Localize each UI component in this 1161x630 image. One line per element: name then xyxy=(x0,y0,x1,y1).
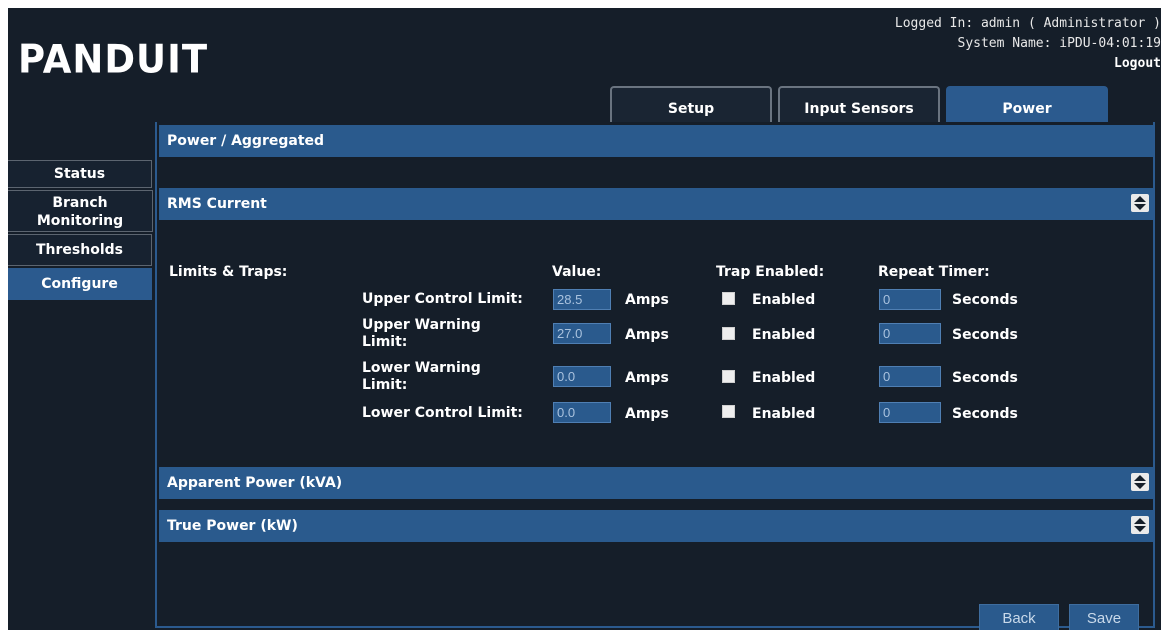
enabled-label: Enabled xyxy=(752,327,816,343)
section-title: True Power (kW) xyxy=(167,518,298,534)
app-frame: PANDUIT Logged In: admin ( Administrator… xyxy=(8,8,1161,630)
lower-warning-limit-input[interactable] xyxy=(553,366,611,387)
page-title-text: Power / Aggregated xyxy=(167,133,325,149)
lower-warning-trap-checkbox[interactable] xyxy=(722,370,735,383)
logged-in-text: Logged In: admin ( Administrator ) xyxy=(894,16,1161,31)
value-column-header: Value: xyxy=(552,264,602,280)
upper-control-timer-input[interactable] xyxy=(879,289,941,310)
tab-setup[interactable]: Setup xyxy=(610,86,772,122)
sidebar-item-configure[interactable]: Configure xyxy=(8,268,152,300)
enabled-label: Enabled xyxy=(752,370,816,386)
expand-collapse-icon[interactable] xyxy=(1131,194,1149,212)
tab-input-sensors[interactable]: Input Sensors xyxy=(778,86,940,122)
enabled-label: Enabled xyxy=(752,292,816,308)
lower-control-timer-input[interactable] xyxy=(879,402,941,423)
section-rms-current[interactable]: RMS Current xyxy=(159,188,1153,220)
sidebar-item-status[interactable]: Status xyxy=(8,160,152,188)
unit-label: Amps xyxy=(625,292,669,308)
trap-enabled-column-header: Trap Enabled: xyxy=(716,264,825,280)
limits-traps-heading: Limits & Traps: xyxy=(169,264,288,280)
system-name-text: System Name: iPDU-04:01:19 xyxy=(957,36,1161,51)
enabled-label: Enabled xyxy=(752,406,816,422)
sidebar-item-label: Branch Monitoring xyxy=(36,195,124,229)
unit-label: Amps xyxy=(625,406,669,422)
save-button[interactable]: Save xyxy=(1069,604,1139,630)
upper-control-trap-checkbox[interactable] xyxy=(722,292,735,305)
seconds-label: Seconds xyxy=(952,406,1018,422)
section-title: RMS Current xyxy=(167,196,267,212)
upper-control-limit-label: Upper Control Limit: xyxy=(362,291,523,307)
unit-label: Amps xyxy=(625,327,669,343)
panduit-logo: PANDUIT xyxy=(18,36,209,83)
unit-label: Amps xyxy=(625,370,669,386)
upper-control-limit-input[interactable] xyxy=(553,289,611,310)
sidebar-item-branch-monitoring[interactable]: Branch Monitoring xyxy=(8,190,153,232)
back-button[interactable]: Back xyxy=(979,604,1059,630)
upper-warning-timer-input[interactable] xyxy=(879,323,941,344)
seconds-label: Seconds xyxy=(952,292,1018,308)
page-title: Power / Aggregated xyxy=(159,125,1153,157)
seconds-label: Seconds xyxy=(952,327,1018,343)
sidebar-item-thresholds[interactable]: Thresholds xyxy=(8,234,152,266)
section-apparent-power[interactable]: Apparent Power (kVA) xyxy=(159,467,1153,499)
section-true-power[interactable]: True Power (kW) xyxy=(159,510,1153,542)
seconds-label: Seconds xyxy=(952,370,1018,386)
expand-collapse-icon[interactable] xyxy=(1131,473,1149,491)
tab-power[interactable]: Power xyxy=(946,86,1108,122)
upper-warning-limit-input[interactable] xyxy=(553,323,611,344)
lower-control-limit-label: Lower Control Limit: xyxy=(362,405,523,421)
expand-collapse-icon[interactable] xyxy=(1131,516,1149,534)
upper-warning-trap-checkbox[interactable] xyxy=(722,327,735,340)
sidebar: Status Branch Monitoring Thresholds Conf… xyxy=(8,160,153,302)
repeat-timer-column-header: Repeat Timer: xyxy=(878,264,990,280)
upper-warning-limit-label: Upper Warning Limit: xyxy=(362,317,481,350)
content-panel: Power / Aggregated RMS Current Limits & … xyxy=(155,122,1155,630)
section-title: Apparent Power (kVA) xyxy=(167,475,343,491)
lower-control-trap-checkbox[interactable] xyxy=(722,405,735,418)
lower-control-limit-input[interactable] xyxy=(553,402,611,423)
logout-link[interactable]: Logout xyxy=(841,54,1161,74)
lower-warning-limit-label: Lower Warning Limit: xyxy=(362,360,481,393)
user-info: Logged In: admin ( Administrator ) Syste… xyxy=(841,14,1161,74)
lower-warning-timer-input[interactable] xyxy=(879,366,941,387)
